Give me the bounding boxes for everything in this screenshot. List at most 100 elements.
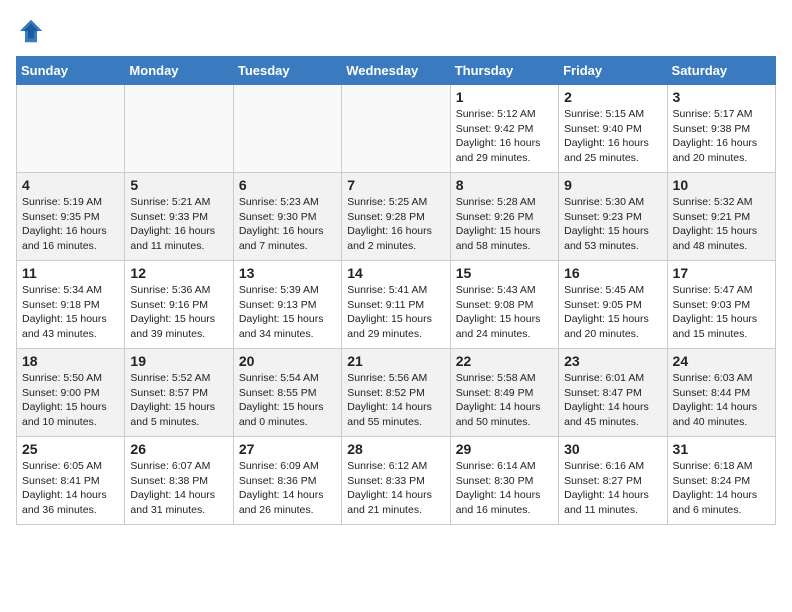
- page-header: [16, 16, 776, 46]
- calendar-cell: 5 Sunrise: 5:21 AM Sunset: 9:33 PM Dayli…: [125, 173, 233, 261]
- sunset-label: Sunset: 9:18 PM: [22, 299, 100, 311]
- cell-content: Sunrise: 5:58 AM Sunset: 8:49 PM Dayligh…: [456, 371, 553, 430]
- logo-icon: [16, 16, 46, 46]
- daylight-label: Daylight: 14 hours and 50 minutes.: [456, 401, 541, 428]
- column-header-tuesday: Tuesday: [233, 57, 341, 85]
- calendar-cell: 6 Sunrise: 5:23 AM Sunset: 9:30 PM Dayli…: [233, 173, 341, 261]
- sunset-label: Sunset: 8:57 PM: [130, 387, 208, 399]
- cell-content: Sunrise: 5:52 AM Sunset: 8:57 PM Dayligh…: [130, 371, 227, 430]
- day-number: 10: [673, 177, 770, 193]
- day-number: 13: [239, 265, 336, 281]
- sunset-label: Sunset: 8:24 PM: [673, 475, 751, 487]
- daylight-label: Daylight: 16 hours and 25 minutes.: [564, 137, 649, 164]
- sunrise-label: Sunrise: 5:56 AM: [347, 372, 427, 384]
- daylight-label: Daylight: 15 hours and 29 minutes.: [347, 313, 432, 340]
- cell-content: Sunrise: 6:07 AM Sunset: 8:38 PM Dayligh…: [130, 459, 227, 518]
- sunrise-label: Sunrise: 6:05 AM: [22, 460, 102, 472]
- sunset-label: Sunset: 9:13 PM: [239, 299, 317, 311]
- daylight-label: Daylight: 15 hours and 20 minutes.: [564, 313, 649, 340]
- day-number: 2: [564, 89, 661, 105]
- calendar-cell: 24 Sunrise: 6:03 AM Sunset: 8:44 PM Dayl…: [667, 349, 775, 437]
- calendar-cell: 19 Sunrise: 5:52 AM Sunset: 8:57 PM Dayl…: [125, 349, 233, 437]
- daylight-label: Daylight: 14 hours and 31 minutes.: [130, 489, 215, 516]
- sunset-label: Sunset: 8:47 PM: [564, 387, 642, 399]
- sunrise-label: Sunrise: 5:32 AM: [673, 196, 753, 208]
- daylight-label: Daylight: 14 hours and 16 minutes.: [456, 489, 541, 516]
- day-number: 11: [22, 265, 119, 281]
- sunset-label: Sunset: 9:23 PM: [564, 211, 642, 223]
- day-number: 21: [347, 353, 444, 369]
- cell-content: Sunrise: 6:12 AM Sunset: 8:33 PM Dayligh…: [347, 459, 444, 518]
- calendar-cell: 20 Sunrise: 5:54 AM Sunset: 8:55 PM Dayl…: [233, 349, 341, 437]
- sunrise-label: Sunrise: 5:36 AM: [130, 284, 210, 296]
- sunset-label: Sunset: 9:35 PM: [22, 211, 100, 223]
- calendar-table: SundayMondayTuesdayWednesdayThursdayFrid…: [16, 56, 776, 525]
- calendar-cell: 14 Sunrise: 5:41 AM Sunset: 9:11 PM Dayl…: [342, 261, 450, 349]
- day-number: 31: [673, 441, 770, 457]
- cell-content: Sunrise: 5:47 AM Sunset: 9:03 PM Dayligh…: [673, 283, 770, 342]
- cell-content: Sunrise: 5:12 AM Sunset: 9:42 PM Dayligh…: [456, 107, 553, 166]
- calendar-cell: 30 Sunrise: 6:16 AM Sunset: 8:27 PM Dayl…: [559, 437, 667, 525]
- day-number: 18: [22, 353, 119, 369]
- cell-content: Sunrise: 6:09 AM Sunset: 8:36 PM Dayligh…: [239, 459, 336, 518]
- cell-content: Sunrise: 5:56 AM Sunset: 8:52 PM Dayligh…: [347, 371, 444, 430]
- day-number: 4: [22, 177, 119, 193]
- calendar-header-row: SundayMondayTuesdayWednesdayThursdayFrid…: [17, 57, 776, 85]
- sunrise-label: Sunrise: 5:52 AM: [130, 372, 210, 384]
- calendar-cell: [17, 85, 125, 173]
- sunrise-label: Sunrise: 5:50 AM: [22, 372, 102, 384]
- sunrise-label: Sunrise: 5:34 AM: [22, 284, 102, 296]
- sunrise-label: Sunrise: 5:15 AM: [564, 108, 644, 120]
- cell-content: Sunrise: 6:05 AM Sunset: 8:41 PM Dayligh…: [22, 459, 119, 518]
- calendar-cell: 18 Sunrise: 5:50 AM Sunset: 9:00 PM Dayl…: [17, 349, 125, 437]
- day-number: 14: [347, 265, 444, 281]
- cell-content: Sunrise: 5:17 AM Sunset: 9:38 PM Dayligh…: [673, 107, 770, 166]
- daylight-label: Daylight: 15 hours and 39 minutes.: [130, 313, 215, 340]
- column-header-sunday: Sunday: [17, 57, 125, 85]
- sunset-label: Sunset: 8:30 PM: [456, 475, 534, 487]
- cell-content: Sunrise: 5:30 AM Sunset: 9:23 PM Dayligh…: [564, 195, 661, 254]
- sunrise-label: Sunrise: 5:19 AM: [22, 196, 102, 208]
- sunset-label: Sunset: 9:08 PM: [456, 299, 534, 311]
- cell-content: Sunrise: 6:01 AM Sunset: 8:47 PM Dayligh…: [564, 371, 661, 430]
- day-number: 16: [564, 265, 661, 281]
- sunset-label: Sunset: 8:38 PM: [130, 475, 208, 487]
- sunset-label: Sunset: 8:36 PM: [239, 475, 317, 487]
- sunset-label: Sunset: 8:52 PM: [347, 387, 425, 399]
- calendar-cell: 21 Sunrise: 5:56 AM Sunset: 8:52 PM Dayl…: [342, 349, 450, 437]
- calendar-week-1: 1 Sunrise: 5:12 AM Sunset: 9:42 PM Dayli…: [17, 85, 776, 173]
- calendar-cell: 26 Sunrise: 6:07 AM Sunset: 8:38 PM Dayl…: [125, 437, 233, 525]
- calendar-cell: 1 Sunrise: 5:12 AM Sunset: 9:42 PM Dayli…: [450, 85, 558, 173]
- day-number: 27: [239, 441, 336, 457]
- logo: [16, 16, 50, 46]
- sunset-label: Sunset: 8:49 PM: [456, 387, 534, 399]
- cell-content: Sunrise: 6:18 AM Sunset: 8:24 PM Dayligh…: [673, 459, 770, 518]
- daylight-label: Daylight: 15 hours and 58 minutes.: [456, 225, 541, 252]
- calendar-cell: 23 Sunrise: 6:01 AM Sunset: 8:47 PM Dayl…: [559, 349, 667, 437]
- daylight-label: Daylight: 14 hours and 26 minutes.: [239, 489, 324, 516]
- cell-content: Sunrise: 5:50 AM Sunset: 9:00 PM Dayligh…: [22, 371, 119, 430]
- sunrise-label: Sunrise: 6:16 AM: [564, 460, 644, 472]
- cell-content: Sunrise: 5:54 AM Sunset: 8:55 PM Dayligh…: [239, 371, 336, 430]
- day-number: 7: [347, 177, 444, 193]
- daylight-label: Daylight: 15 hours and 34 minutes.: [239, 313, 324, 340]
- sunset-label: Sunset: 9:30 PM: [239, 211, 317, 223]
- sunrise-label: Sunrise: 6:12 AM: [347, 460, 427, 472]
- daylight-label: Daylight: 14 hours and 36 minutes.: [22, 489, 107, 516]
- calendar-cell: 17 Sunrise: 5:47 AM Sunset: 9:03 PM Dayl…: [667, 261, 775, 349]
- sunrise-label: Sunrise: 6:09 AM: [239, 460, 319, 472]
- sunrise-label: Sunrise: 5:47 AM: [673, 284, 753, 296]
- calendar-cell: 3 Sunrise: 5:17 AM Sunset: 9:38 PM Dayli…: [667, 85, 775, 173]
- day-number: 28: [347, 441, 444, 457]
- cell-content: Sunrise: 5:21 AM Sunset: 9:33 PM Dayligh…: [130, 195, 227, 254]
- cell-content: Sunrise: 5:39 AM Sunset: 9:13 PM Dayligh…: [239, 283, 336, 342]
- sunset-label: Sunset: 8:44 PM: [673, 387, 751, 399]
- calendar-cell: 10 Sunrise: 5:32 AM Sunset: 9:21 PM Dayl…: [667, 173, 775, 261]
- sunrise-label: Sunrise: 5:17 AM: [673, 108, 753, 120]
- calendar-cell: 15 Sunrise: 5:43 AM Sunset: 9:08 PM Dayl…: [450, 261, 558, 349]
- sunrise-label: Sunrise: 5:30 AM: [564, 196, 644, 208]
- calendar-cell: 13 Sunrise: 5:39 AM Sunset: 9:13 PM Dayl…: [233, 261, 341, 349]
- sunset-label: Sunset: 8:41 PM: [22, 475, 100, 487]
- daylight-label: Daylight: 14 hours and 21 minutes.: [347, 489, 432, 516]
- sunset-label: Sunset: 9:33 PM: [130, 211, 208, 223]
